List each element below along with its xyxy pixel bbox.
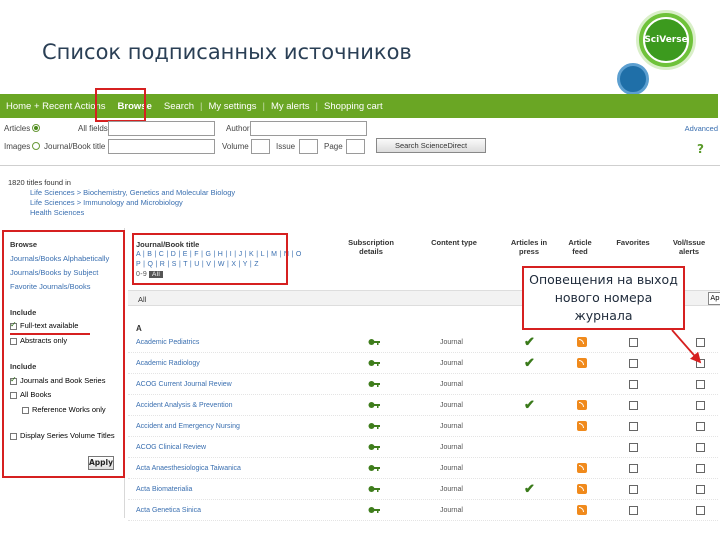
callout-arrow [671, 329, 702, 364]
